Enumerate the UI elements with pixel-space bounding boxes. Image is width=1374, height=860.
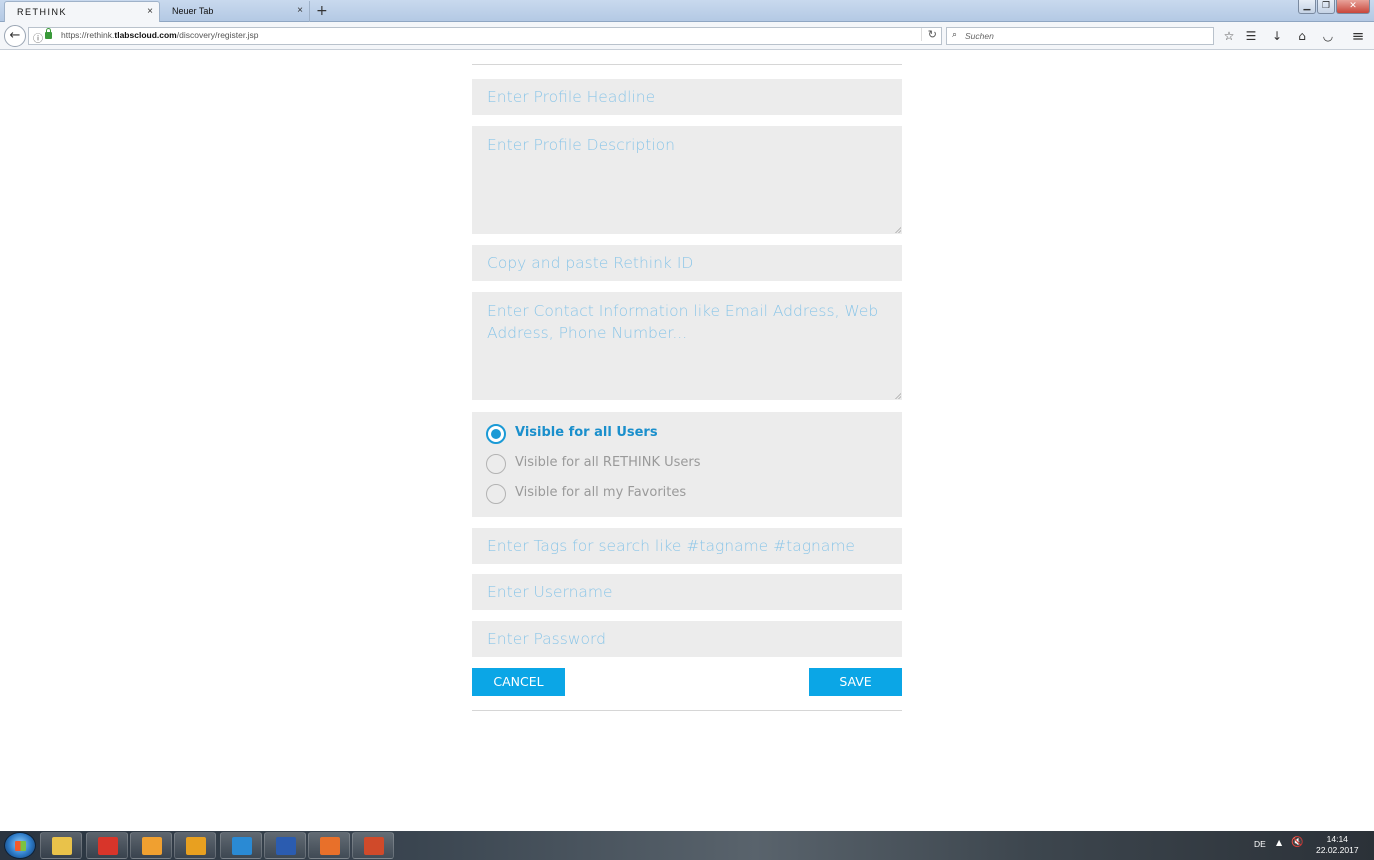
new-tab-button[interactable]: + (316, 2, 328, 20)
back-button[interactable]: ← (4, 25, 26, 47)
password-input[interactable]: Enter Password (472, 621, 902, 657)
url-bar[interactable]: ⓘ https://rethink.tlabscloud.com/discove… (28, 27, 942, 45)
url-prefix: https://rethink. (61, 30, 115, 40)
lync-icon (232, 837, 252, 855)
profile-description-textarea[interactable]: Enter Profile Description (472, 126, 902, 234)
navigation-toolbar: ← ⓘ https://rethink.tlabscloud.com/disco… (0, 22, 1374, 50)
sound-muted-icon[interactable]: 🔇 (1291, 837, 1303, 848)
tab-close-icon[interactable]: × (147, 2, 153, 22)
outlook-icon (186, 837, 206, 855)
language-indicator[interactable]: DE (1254, 839, 1266, 849)
radio-button[interactable] (486, 454, 506, 474)
bookmark-star-icon[interactable]: ☆ (1220, 27, 1238, 45)
url-domain: tlabscloud.com (114, 30, 177, 40)
network-app-icon (98, 837, 118, 855)
clock-time: 14:14 (1326, 834, 1348, 844)
close-window-button[interactable]: ✕ (1336, 0, 1370, 14)
profile-headline-input[interactable]: Enter Profile Headline (472, 79, 902, 115)
info-icon[interactable]: ⓘ (33, 30, 43, 45)
url-text[interactable]: https://rethink.tlabscloud.com/discovery… (61, 30, 258, 40)
radio-button[interactable] (486, 484, 506, 504)
save-button[interactable]: SAVE (809, 668, 902, 696)
radio-label: Visible for all Users (515, 425, 658, 440)
password-placeholder: Enter Password (487, 630, 606, 648)
explorer-icon (52, 837, 72, 855)
tags-placeholder: Enter Tags for search like #tagname #tag… (487, 537, 855, 555)
pocket-icon[interactable]: ◡ (1319, 27, 1337, 45)
cancel-button[interactable]: CANCEL (472, 668, 565, 696)
minimize-button[interactable]: ▁ (1298, 0, 1316, 14)
reading-list-icon[interactable]: ☰ (1242, 27, 1260, 45)
resize-grip-icon[interactable] (895, 227, 901, 233)
rethink-id-placeholder: Copy and paste Rethink ID (487, 254, 694, 272)
firefox-icon (320, 837, 340, 855)
contact-placeholder: Enter Contact Information like Email Add… (487, 302, 879, 342)
resize-grip-icon[interactable] (895, 393, 901, 399)
taskbar-app-outlook[interactable] (174, 832, 216, 859)
taskbar-app-powerpoint[interactable] (352, 832, 394, 859)
tags-input[interactable]: Enter Tags for search like #tagname #tag… (472, 528, 902, 564)
search-input[interactable]: ⌕ Suchen (946, 27, 1214, 45)
home-icon[interactable]: ⌂ (1293, 27, 1311, 45)
visibility-options: Visible for all Users Visible for all RE… (472, 412, 902, 517)
menu-icon[interactable]: ≡ (1349, 27, 1367, 45)
radio-button[interactable] (486, 424, 506, 444)
headline-placeholder: Enter Profile Headline (487, 88, 656, 106)
windows-taskbar: DE ▲ 🔇 14:14 22.02.2017 (0, 831, 1374, 860)
clock[interactable]: 14:14 22.02.2017 (1316, 834, 1359, 856)
tab-rethink[interactable]: RETHINK × (4, 1, 160, 22)
browser-tab-bar: RETHINK × Neuer Tab × + ▁ ❐ ✕ (0, 0, 1374, 22)
taskbar-app-media-player[interactable] (130, 832, 172, 859)
username-placeholder: Enter Username (487, 583, 613, 601)
taskbar-app-network-app[interactable] (86, 832, 128, 859)
username-input[interactable]: Enter Username (472, 574, 902, 610)
search-placeholder: Suchen (965, 31, 994, 41)
reload-icon[interactable]: ↻ (920, 28, 937, 41)
search-icon: ⌕ (952, 30, 958, 40)
tray-expand-icon[interactable]: ▲ (1276, 838, 1282, 847)
media-player-icon (142, 837, 162, 855)
maximize-button[interactable]: ❐ (1317, 0, 1335, 14)
bottom-divider (472, 710, 902, 711)
top-divider (472, 64, 902, 65)
lock-icon (45, 28, 52, 39)
tab-new-tab[interactable]: Neuer Tab × (160, 1, 310, 22)
clock-date: 22.02.2017 (1316, 845, 1359, 855)
taskbar-app-explorer[interactable] (40, 832, 82, 859)
tab-label: Neuer Tab (172, 6, 214, 16)
tab-close-icon[interactable]: × (297, 1, 303, 21)
tab-label: RETHINK (17, 7, 68, 17)
description-placeholder: Enter Profile Description (487, 136, 675, 154)
download-icon[interactable]: ↓ (1268, 27, 1286, 45)
contact-info-textarea[interactable]: Enter Contact Information like Email Add… (472, 292, 902, 400)
taskbar-app-word[interactable] (264, 832, 306, 859)
taskbar-app-lync[interactable] (220, 832, 262, 859)
word-icon (276, 837, 296, 855)
url-path: /discovery/register.jsp (176, 30, 259, 40)
rethink-id-input[interactable]: Copy and paste Rethink ID (472, 245, 902, 281)
start-button[interactable] (4, 832, 36, 859)
radio-label: Visible for all RETHINK Users (515, 455, 701, 470)
powerpoint-icon (364, 837, 384, 855)
radio-label: Visible for all my Favorites (515, 485, 687, 500)
register-page: Enter Profile Headline Enter Profile Des… (0, 51, 1374, 831)
taskbar-app-firefox[interactable] (308, 832, 350, 859)
